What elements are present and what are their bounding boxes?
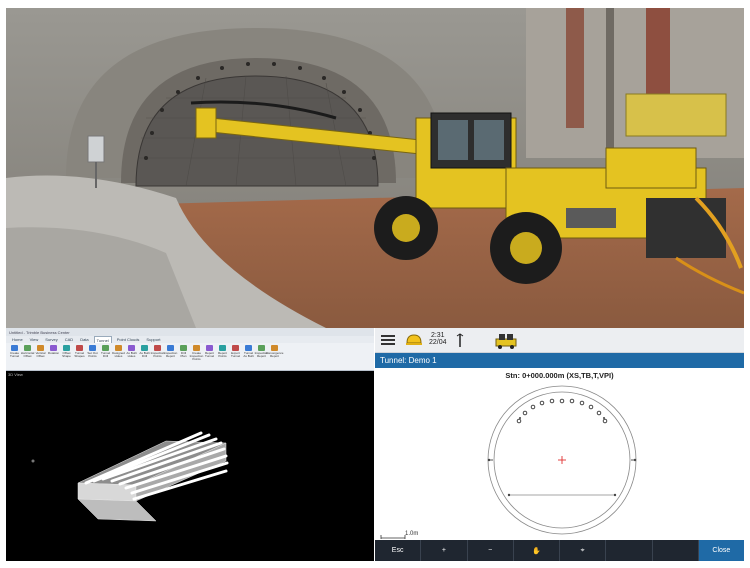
bottom-toolbar: Esc + − ✋ ⌖ Close bbox=[375, 540, 744, 561]
tool-label: Tunnel As Built bbox=[243, 351, 254, 358]
field-software-window: 2:31 22/04 Tunnel: Demo 1 Stn: 0+000.000… bbox=[375, 328, 744, 561]
ribbon-tool-button[interactable]: Tunnel As Built bbox=[243, 345, 254, 369]
viewport-label: 3D View bbox=[8, 372, 23, 377]
hard-hat-icon[interactable] bbox=[405, 332, 423, 348]
ribbon-tools: Create Tunnel Horizontal Offset Vertical O… bbox=[6, 343, 374, 371]
scale-label: 1.0m bbox=[405, 531, 419, 537]
tool-label: Create Tunnel bbox=[9, 351, 20, 358]
tab-data[interactable]: Data bbox=[78, 336, 90, 343]
drill-rig-icon[interactable] bbox=[493, 331, 519, 349]
ribbon-tool-button[interactable]: Vertical Offset bbox=[35, 345, 46, 369]
zoom-out-button[interactable]: − bbox=[468, 540, 514, 561]
ribbon-tool-button[interactable]: Convergence Report bbox=[266, 345, 283, 369]
tab-point-clouds[interactable]: Point Clouds bbox=[115, 336, 142, 343]
pan-hand-icon[interactable]: ✋ bbox=[514, 540, 560, 561]
ribbon-tabs: Home View Survey CAD Data Tunnel Point C… bbox=[6, 336, 374, 343]
tunnel-drill-rig-photo bbox=[6, 8, 744, 328]
date-text: 22/04 bbox=[429, 339, 447, 346]
time-text: 2:31 bbox=[430, 332, 445, 339]
app-title: Untitled - Trimble Business Center bbox=[9, 329, 70, 335]
tab-home[interactable]: Home bbox=[10, 336, 25, 343]
ribbon-tool-button[interactable]: As Built Drill bbox=[139, 345, 150, 369]
esc-button[interactable]: Esc bbox=[375, 540, 422, 561]
photo-illustration bbox=[6, 8, 744, 328]
ribbon-tool-button[interactable]: Tunnel Shapes bbox=[74, 345, 85, 369]
ribbon-tool-button[interactable]: Designed Holes bbox=[112, 345, 125, 369]
status-bar: 2:31 22/04 bbox=[375, 328, 744, 353]
tunnel-3d-model bbox=[31, 431, 229, 522]
tool-label: Inspection Report bbox=[163, 351, 178, 358]
tool-label: Designed Holes bbox=[112, 351, 125, 358]
tool-label: Rotation bbox=[47, 351, 60, 355]
3d-viewport[interactable]: 3D View bbox=[6, 371, 374, 561]
tool-label: Horizontal Offset bbox=[20, 351, 35, 358]
tool-label: Vertical Offset bbox=[35, 351, 46, 358]
tab-tunnel[interactable]: Tunnel bbox=[93, 336, 112, 343]
ribbon-tool-button[interactable]: Horizontal Offset bbox=[20, 345, 35, 369]
tool-label: Report Tunnel bbox=[204, 351, 215, 358]
tool-label: Inspection Points bbox=[150, 351, 165, 358]
center-target-icon[interactable]: ⌖ bbox=[560, 540, 607, 561]
tool-label: Tunnel Drill bbox=[100, 351, 111, 358]
app-titlebar: Untitled - Trimble Business Center bbox=[6, 328, 374, 336]
tab-support[interactable]: Support bbox=[144, 336, 162, 343]
ribbon-tool-button[interactable]: Inspection Points bbox=[150, 345, 165, 369]
toolbar-spacer bbox=[653, 540, 699, 561]
ribbon-tool-button[interactable]: Export Tunnel bbox=[230, 345, 241, 369]
ribbon-tool-button[interactable]: Report Tunnel bbox=[204, 345, 215, 369]
tool-label: As Built Drill bbox=[139, 351, 150, 358]
tool-label: Offset Shape bbox=[62, 351, 71, 358]
tab-view[interactable]: View bbox=[28, 336, 41, 343]
ribbon-tool-button[interactable]: Report Points bbox=[217, 345, 228, 369]
ribbon-tool-button[interactable]: Offset Shape bbox=[61, 345, 72, 369]
tab-survey[interactable]: Survey bbox=[43, 336, 59, 343]
tool-label: Convergence Report bbox=[265, 351, 284, 358]
ribbon: Untitled - Trimble Business Center Home … bbox=[6, 328, 374, 371]
datetime-readout: 2:31 22/04 bbox=[429, 332, 447, 346]
desktop-software-window: Untitled - Trimble Business Center Home … bbox=[6, 328, 374, 561]
ribbon-tool-button[interactable]: Set Out Points bbox=[87, 345, 98, 369]
ribbon-tool-button[interactable]: Rotation bbox=[48, 345, 59, 369]
tool-label: Set Out Points bbox=[87, 351, 98, 358]
survey-pole-icon[interactable] bbox=[455, 332, 465, 348]
ribbon-tool-button[interactable]: Inspection Report bbox=[163, 345, 178, 369]
ribbon-tool-button[interactable]: Create Inspection Points bbox=[189, 345, 204, 369]
tool-label: Report Points bbox=[217, 351, 227, 358]
ribbon-tool-button[interactable]: Drill Plan bbox=[178, 345, 189, 369]
tab-cad[interactable]: CAD bbox=[63, 336, 75, 343]
tool-label: Create Inspection Points bbox=[189, 351, 204, 361]
tool-label: As Built Holes bbox=[126, 351, 137, 358]
zoom-in-button[interactable]: + bbox=[421, 540, 468, 561]
tool-label: Drill Plan bbox=[180, 351, 187, 358]
station-label: Stn: 0+000.000m (XS,TB,T,VPI) bbox=[505, 371, 614, 380]
tool-label: Export Tunnel bbox=[230, 351, 241, 358]
close-button[interactable]: Close bbox=[698, 540, 744, 561]
tool-label: Tunnel Shapes bbox=[74, 351, 85, 358]
hamburger-menu-icon[interactable] bbox=[381, 333, 395, 347]
tunnel-title-bar: Tunnel: Demo 1 bbox=[375, 353, 744, 368]
toolbar-spacer bbox=[606, 540, 653, 561]
ribbon-tool-button[interactable]: Create Tunnel bbox=[9, 345, 20, 369]
ribbon-tool-button[interactable]: Tunnel Drill bbox=[100, 345, 111, 369]
ribbon-tool-button[interactable]: As Built Holes bbox=[126, 345, 137, 369]
tunnel-cross-section[interactable] bbox=[375, 380, 744, 535]
